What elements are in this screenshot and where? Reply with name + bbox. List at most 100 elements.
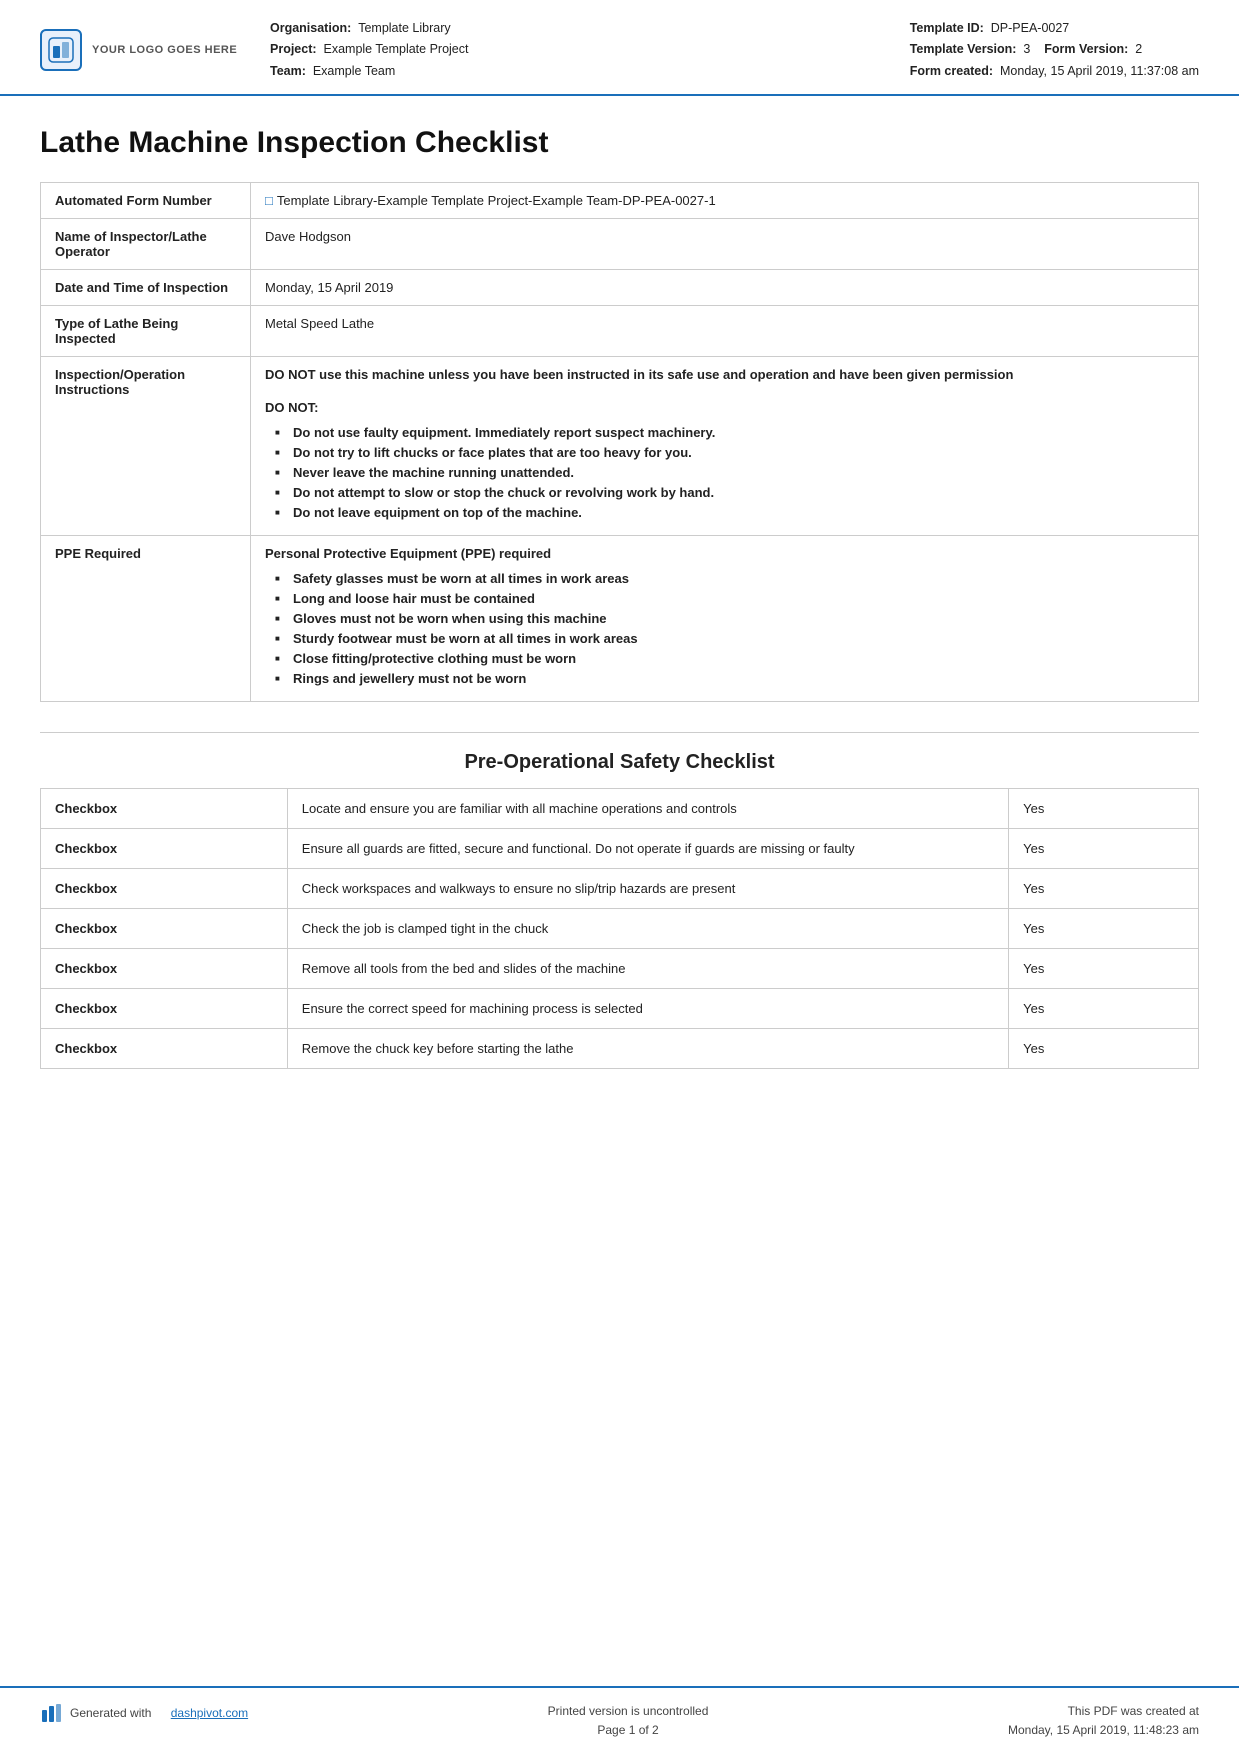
info-table: Automated Form Number □Template Library-…	[40, 182, 1199, 702]
checklist-desc-5: Ensure the correct speed for machining p…	[287, 988, 1008, 1028]
info-row-lathe-type: Type of Lathe Being Inspected Metal Spee…	[41, 305, 1199, 356]
do-not-item-4: Do not leave equipment on top of the mac…	[275, 505, 1184, 520]
info-row-form-number: Automated Form Number □Template Library-…	[41, 182, 1199, 218]
checklist-row-3: Checkbox Check the job is clamped tight …	[41, 908, 1199, 948]
org-label: Organisation:	[270, 21, 351, 35]
checklist-desc-1: Ensure all guards are fitted, secure and…	[287, 828, 1008, 868]
ppe-item-5: Rings and jewellery must not be worn	[275, 671, 1184, 686]
info-row-inspector: Name of Inspector/Lathe Operator Dave Ho…	[41, 218, 1199, 269]
ppe-list: Safety glasses must be worn at all times…	[275, 571, 1184, 686]
template-id-line: Template ID: DP-PEA-0027	[910, 18, 1199, 39]
team-label: Team:	[270, 64, 306, 78]
do-not-label: DO NOT:	[265, 400, 1184, 415]
checklist-label-3: Checkbox	[41, 908, 288, 948]
version-line: Template Version: 3 Form Version: 2	[910, 39, 1199, 60]
info-row-date: Date and Time of Inspection Monday, 15 A…	[41, 269, 1199, 305]
form-number-icon: □	[265, 193, 273, 208]
checklist-value-2: Yes	[1009, 868, 1199, 908]
org-value: Template Library	[358, 21, 450, 35]
date-label: Date and Time of Inspection	[41, 269, 251, 305]
instructions-label: Inspection/Operation Instructions	[41, 356, 251, 535]
ppe-item-3: Sturdy footwear must be worn at all time…	[275, 631, 1184, 646]
project-value: Example Template Project	[324, 42, 469, 56]
do-not-item-2: Never leave the machine running unattend…	[275, 465, 1184, 480]
ppe-item-2: Gloves must not be worn when using this …	[275, 611, 1184, 626]
lathe-type-value: Metal Speed Lathe	[251, 305, 1199, 356]
checklist-row-1: Checkbox Ensure all guards are fitted, s…	[41, 828, 1199, 868]
checklist-value-5: Yes	[1009, 988, 1199, 1028]
page: YOUR LOGO GOES HERE Organisation: Templa…	[0, 0, 1239, 1754]
checklist-section-heading: Pre-Operational Safety Checklist	[40, 732, 1199, 788]
footer-uncontrolled: Printed version is uncontrolled	[548, 1702, 709, 1721]
team-value: Example Team	[313, 64, 395, 78]
ppe-item-4: Close fitting/protective clothing must b…	[275, 651, 1184, 666]
template-version-label: Template Version:	[910, 42, 1017, 56]
info-row-instructions: Inspection/Operation Instructions DO NOT…	[41, 356, 1199, 535]
org-line: Organisation: Template Library	[270, 18, 880, 39]
checklist-label-2: Checkbox	[41, 868, 288, 908]
form-version-label: Form Version:	[1044, 42, 1128, 56]
checklist-row-0: Checkbox Locate and ensure you are famil…	[41, 788, 1199, 828]
checklist-desc-6: Remove the chuck key before starting the…	[287, 1028, 1008, 1068]
checklist-label-1: Checkbox	[41, 828, 288, 868]
info-row-ppe: PPE Required Personal Protective Equipme…	[41, 535, 1199, 701]
inspector-value: Dave Hodgson	[251, 218, 1199, 269]
team-line: Team: Example Team	[270, 61, 880, 82]
do-not-item-1: Do not try to lift chucks or face plates…	[275, 445, 1184, 460]
checklist-value-4: Yes	[1009, 948, 1199, 988]
checklist-desc-4: Remove all tools from the bed and slides…	[287, 948, 1008, 988]
checklist-desc-2: Check workspaces and walkways to ensure …	[287, 868, 1008, 908]
footer-right: This PDF was created at Monday, 15 April…	[1008, 1702, 1199, 1740]
checklist-row-5: Checkbox Ensure the correct speed for ma…	[41, 988, 1199, 1028]
checklist-label-6: Checkbox	[41, 1028, 288, 1068]
checklist-row-2: Checkbox Check workspaces and walkways t…	[41, 868, 1199, 908]
checklist-desc-3: Check the job is clamped tight in the ch…	[287, 908, 1008, 948]
checklist-label-4: Checkbox	[41, 948, 288, 988]
checklist-value-0: Yes	[1009, 788, 1199, 828]
header-right: Template ID: DP-PEA-0027 Template Versio…	[910, 18, 1199, 82]
dashpivot-icon	[40, 1702, 62, 1724]
lathe-type-label: Type of Lathe Being Inspected	[41, 305, 251, 356]
template-id-label: Template ID:	[910, 21, 984, 35]
footer-pdf-label: This PDF was created at	[1008, 1702, 1199, 1721]
do-not-list: Do not use faulty equipment. Immediately…	[275, 425, 1184, 520]
template-version-value: 3	[1023, 42, 1030, 56]
checklist-value-3: Yes	[1009, 908, 1199, 948]
ppe-title: Personal Protective Equipment (PPE) requ…	[265, 546, 1184, 561]
date-value: Monday, 15 April 2019	[251, 269, 1199, 305]
main-content: Lathe Machine Inspection Checklist Autom…	[0, 96, 1239, 1686]
ppe-label: PPE Required	[41, 535, 251, 701]
header-meta: Organisation: Template Library Project: …	[270, 18, 880, 82]
footer-generated-text: Generated with	[70, 1706, 151, 1720]
form-created-value: Monday, 15 April 2019, 11:37:08 am	[1000, 64, 1199, 78]
project-line: Project: Example Template Project	[270, 39, 880, 60]
checklist-table: Checkbox Locate and ensure you are famil…	[40, 788, 1199, 1069]
checklist-value-1: Yes	[1009, 828, 1199, 868]
instructions-value: DO NOT use this machine unless you have …	[251, 356, 1199, 535]
do-not-item-3: Do not attempt to slow or stop the chuck…	[275, 485, 1184, 500]
logo-icon	[40, 29, 82, 71]
project-label: Project:	[270, 42, 317, 56]
checklist-label-0: Checkbox	[41, 788, 288, 828]
do-not-item-0: Do not use faulty equipment. Immediately…	[275, 425, 1184, 440]
form-created-label: Form created:	[910, 64, 993, 78]
ppe-item-1: Long and loose hair must be contained	[275, 591, 1184, 606]
footer-center: Printed version is uncontrolled Page 1 o…	[548, 1702, 709, 1740]
footer-left: Generated with dashpivot.com	[40, 1702, 248, 1724]
instructions-main-text: DO NOT use this machine unless you have …	[265, 367, 1184, 382]
checklist-label-5: Checkbox	[41, 988, 288, 1028]
checklist-row-6: Checkbox Remove the chuck key before sta…	[41, 1028, 1199, 1068]
footer-pdf-value: Monday, 15 April 2019, 11:48:23 am	[1008, 1721, 1199, 1740]
ppe-item-0: Safety glasses must be worn at all times…	[275, 571, 1184, 586]
inspector-label: Name of Inspector/Lathe Operator	[41, 218, 251, 269]
form-created-line: Form created: Monday, 15 April 2019, 11:…	[910, 61, 1199, 82]
footer-link[interactable]: dashpivot.com	[171, 1706, 248, 1720]
logo-box: YOUR LOGO GOES HERE	[40, 29, 240, 71]
checklist-desc-0: Locate and ensure you are familiar with …	[287, 788, 1008, 828]
footer-page: Page 1 of 2	[548, 1721, 709, 1740]
template-id-value: DP-PEA-0027	[991, 21, 1070, 35]
checklist-row-4: Checkbox Remove all tools from the bed a…	[41, 948, 1199, 988]
checklist-value-6: Yes	[1009, 1028, 1199, 1068]
document-title: Lathe Machine Inspection Checklist	[40, 126, 1199, 160]
form-number-label: Automated Form Number	[41, 182, 251, 218]
